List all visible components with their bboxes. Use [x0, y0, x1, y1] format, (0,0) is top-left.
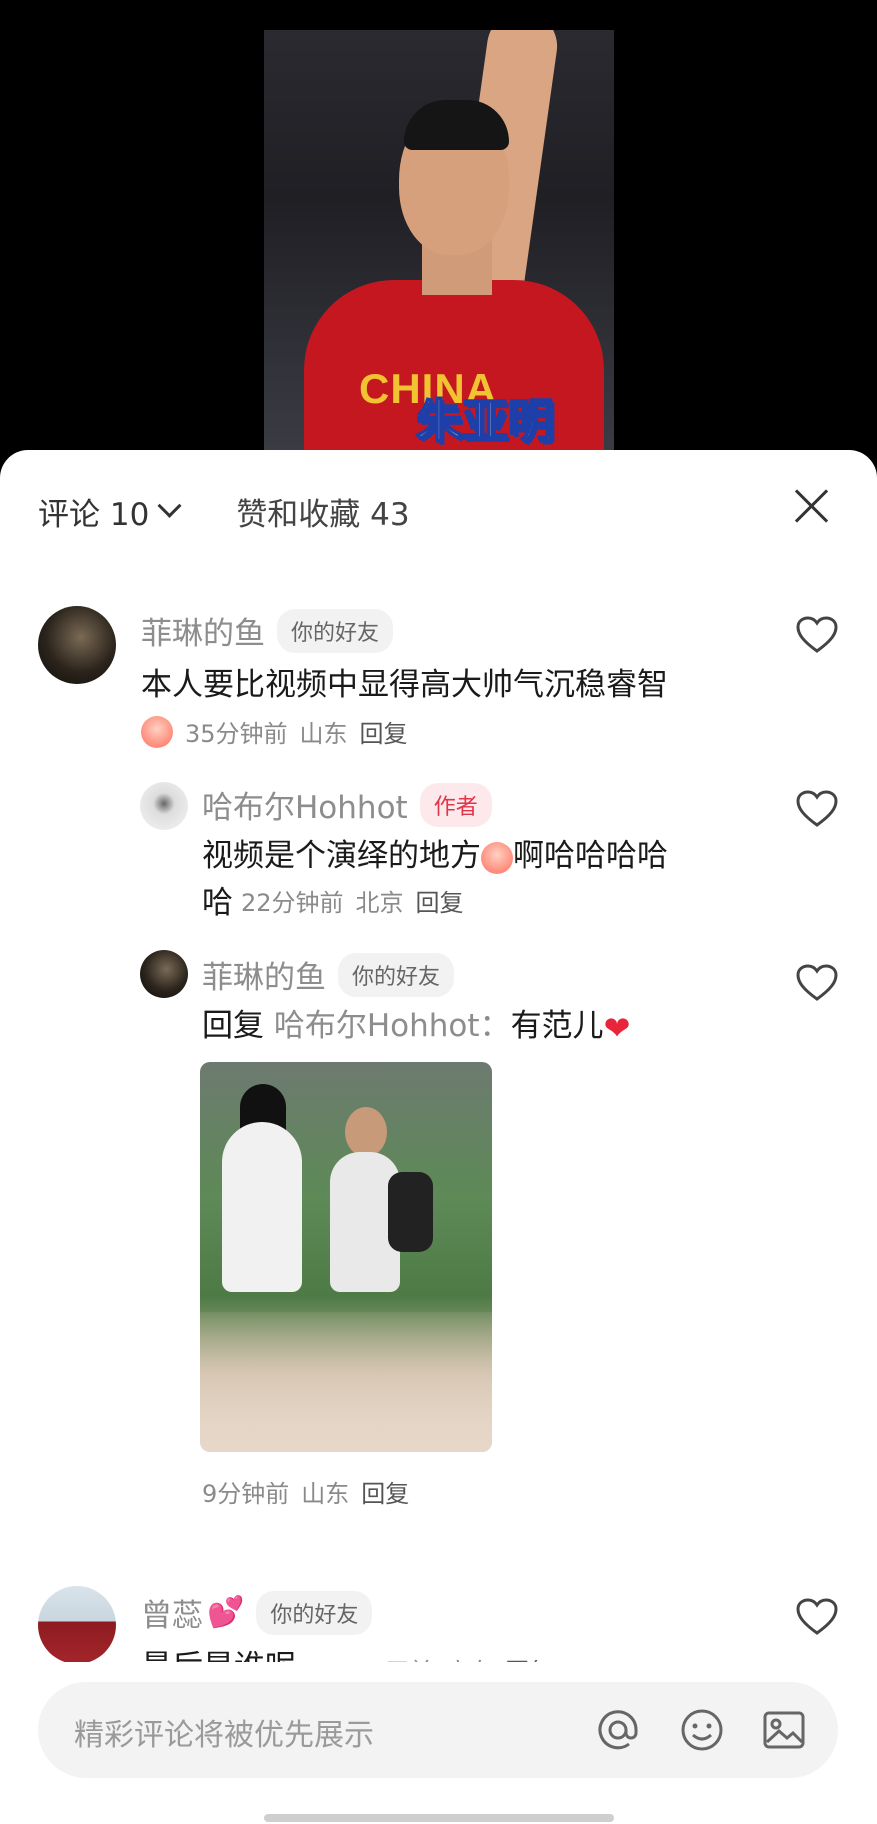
emoji-icon[interactable] [680, 1708, 724, 1752]
comment-text: 最后是谁呢 [141, 1644, 296, 1662]
username[interactable]: 曾蕊 [141, 1590, 203, 1635]
comment-input[interactable]: 精彩评论将被优先展示 [38, 1682, 838, 1778]
home-indicator[interactable] [264, 1814, 614, 1822]
comment-time: 4天前 [370, 1652, 433, 1662]
image-icon[interactable] [762, 1708, 806, 1752]
pink-hearts-icon: 💕 [207, 1595, 245, 1630]
comment-meta: 4天前 广东 回复 [370, 1652, 553, 1662]
comment-header: 曾蕊 💕 你的好友 [141, 1590, 373, 1635]
comment-item: 曾蕊 💕 你的好友 最后是谁呢 4天前 广东 回复 [0, 450, 877, 1662]
comment-location: 广东 [445, 1652, 493, 1662]
video-frame: CHINA 朱亚明 [264, 30, 614, 450]
video-name-overlay: 朱亚明 [415, 393, 555, 449]
video-player[interactable]: CHINA 朱亚明 [0, 0, 877, 460]
input-placeholder: 精彩评论将被优先展示 [74, 1718, 374, 1753]
friend-badge: 你的好友 [256, 1590, 373, 1635]
at-icon[interactable] [596, 1708, 640, 1752]
comment-sheet: 评论 10 赞和收藏 43 菲琳的鱼 你的好友 本人要比视频中显得高大帅气沉稳睿… [0, 450, 877, 1824]
avatar[interactable] [38, 1586, 116, 1662]
reply-button[interactable]: 回复 [505, 1652, 553, 1662]
comment-input-bar: 精彩评论将被优先展示 [0, 1662, 877, 1824]
heart-outline-icon[interactable] [796, 1598, 838, 1636]
